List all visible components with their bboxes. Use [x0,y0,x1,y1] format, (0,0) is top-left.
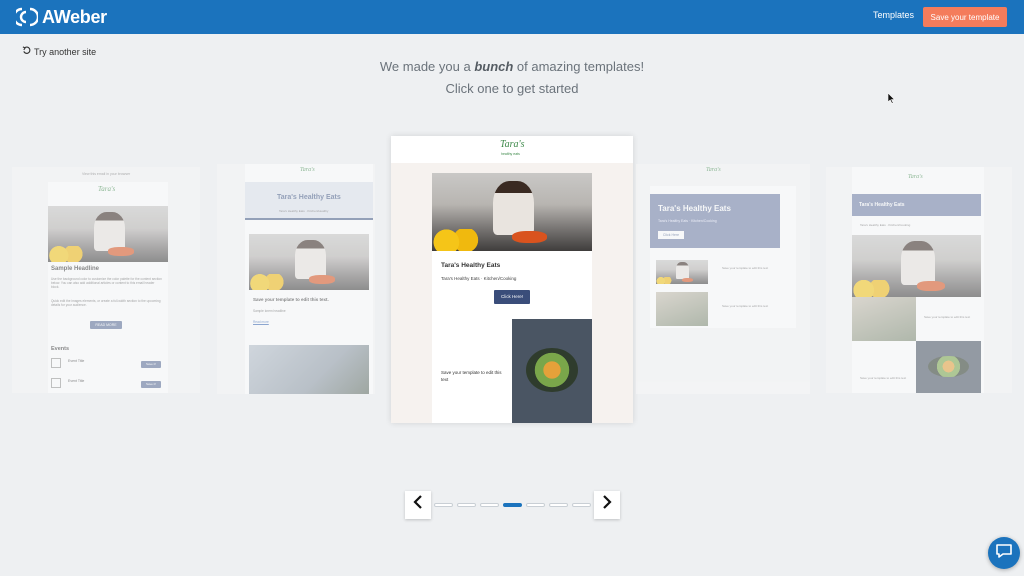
card3-kitchen-image [432,173,592,251]
card1-events-title: Events [51,346,70,352]
card1-kitchen-image [48,206,168,262]
carousel-next-button[interactable] [594,490,620,519]
card4-subtitle: Tara's Healthy Eats · Kitchen/Cooking [658,219,717,223]
card5-dog-image [852,297,916,341]
save-template-button[interactable]: Save your template [923,7,1007,27]
page-subheading: Click one to get started [445,81,579,96]
carousel-dot[interactable] [572,502,591,507]
card2-header-band: Tara's Healthy Eats Tara's Healthy Eats … [245,182,373,220]
card1-read-more-button: READ MORE [90,321,122,329]
chat-launcher-button[interactable] [988,537,1020,569]
card5-salad-image [916,341,981,393]
template-card-1[interactable]: View this email in your browser Tara's S… [12,167,200,393]
card4-header-band: Tara's Healthy Eats Tara's Healthy Eats … [650,194,780,248]
card5-subtitle: Tara's Healthy Eats · Kitchen/Cooking [860,223,911,227]
card2-email: Tara's Tara's Healthy Eats Tara's Health… [245,164,373,394]
card2-brand: Tara's [300,167,315,173]
card1-headline: Sample Headline [51,266,100,272]
carousel-dot[interactable] [457,502,476,507]
calendar-icon [51,378,61,388]
card3-email: Tara's Healthy Eats Tara's Healthy Eats … [432,173,592,423]
carousel-prev-button[interactable] [405,490,431,519]
card5-header-band: Tara's Healthy Eats [852,194,981,216]
template-card-2[interactable]: Tara's Tara's Healthy Eats Tara's Health… [217,164,375,394]
card1-body2: Quick edit the images elements, or creat… [51,299,161,308]
card1-email: Tara's Sample Headline Use the backgroun… [48,182,168,393]
carousel-dots [434,502,591,507]
carousel-pager [405,490,620,519]
card4-brand: Tara's [706,167,721,173]
card5-title: Tara's Healthy Eats [859,202,905,208]
try-another-site-link[interactable]: Try another site [22,46,96,57]
card3-subtitle: Tara's Healthy Eats · Kitchen/Cooking [441,276,517,281]
card4-row1: Save your template to edit this text [722,266,769,270]
carousel-dot[interactable] [480,502,499,507]
carousel-dot[interactable] [549,502,568,507]
template-card-3[interactable]: Tara's healthy eats Tara's Healthy Eats … [391,136,633,423]
card5-brand: Tara's [908,174,923,180]
card2-title: Tara's Healthy Eats [277,194,341,201]
card4-email: Tara's Healthy Eats Tara's Healthy Eats … [650,186,796,328]
card5-email: Tara's Tara's Healthy Eats Tara's Health… [852,167,984,393]
card2-body: Sample lorem headline [253,309,286,313]
card5-kitchen-image [852,235,981,297]
card3-salad-image [512,319,592,423]
carousel-dot[interactable] [526,502,545,507]
aweber-logo[interactable]: AWeber [12,6,107,28]
aweber-logo-icon [12,6,40,28]
card5-text2: Save your template to edit this text [860,376,907,380]
chevron-right-icon [602,495,612,514]
heading-emphasis: bunch [474,59,514,74]
top-bar: AWeber Templates Save your template [0,0,1024,34]
card1-event1: Event Title [68,359,85,363]
card3-click-here-button: Click Here! [494,290,530,304]
carousel-dot[interactable] [434,502,453,507]
card4-row2: Save your template to edit this text [722,304,769,308]
card2-read-more-link: Read more [253,320,269,324]
mouse-cursor-icon [887,91,896,109]
card4-title: Tara's Healthy Eats [658,204,731,213]
card3-brand-bar: Tara's healthy eats [391,136,633,163]
card1-top-note: View this email in your browser [82,172,131,176]
page-heading: We made you a bunch of amazing templates… [379,59,645,74]
undo-icon [22,46,31,57]
card4-kitchen-image [656,260,708,284]
card1-event1-button: Save it! [141,361,161,368]
card1-body1: Use the background color to customize th… [51,277,162,290]
chevron-left-icon [413,495,423,514]
template-card-5[interactable]: Tara's Tara's Healthy Eats Tara's Health… [826,167,1012,393]
card1-event2: Event Title [68,379,85,383]
card4-button: Click Here [658,231,684,239]
card3-save-text: Save your template to edit this text [441,370,502,382]
card4-dog-image [656,292,708,326]
card2-save-text: Save your template to edit this text. [253,297,329,302]
card3-title: Tara's Healthy Eats [441,262,501,269]
card2-photo [249,345,369,394]
card5-text1: Save your template to edit this text [924,315,971,319]
logo-text: AWeber [42,6,107,27]
card2-kitchen-image [249,234,369,290]
template-card-4[interactable]: Tara's Tara's Healthy Eats Tara's Health… [636,164,810,394]
nav-templates-link[interactable]: Templates [873,10,914,20]
carousel-dot[interactable] [503,502,522,507]
card1-brand: Tara's [98,185,116,193]
chat-bubble-icon [995,542,1013,565]
card2-subtitle: Tara's Healthy Eats · Kitchen/Healthy [279,209,329,213]
card1-event2-button: Save it! [141,381,161,388]
calendar-icon [51,358,61,368]
card3-brand-sub: healthy eats [501,152,520,156]
try-another-label: Try another site [34,46,97,57]
card3-brand: Tara's [500,139,525,150]
